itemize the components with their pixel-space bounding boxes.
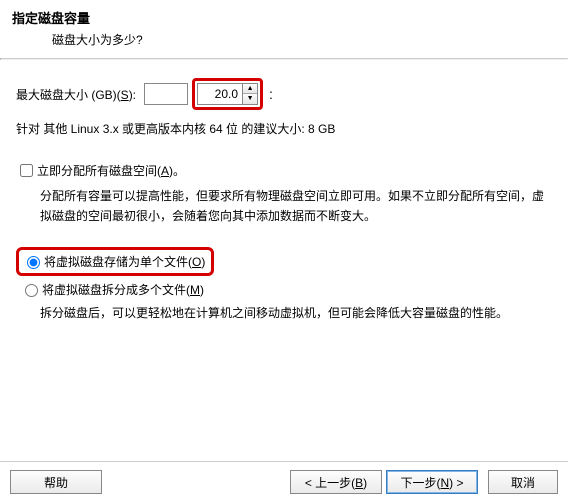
cancel-button[interactable]: 取消 [488,470,558,494]
help-button[interactable]: 帮助 [10,470,102,494]
single-file-radio[interactable] [27,256,40,269]
split-description: 拆分磁盘后，可以更轻松地在计算机之间移动虚拟机，但可能会降低大容量磁盘的性能。 [40,303,552,323]
allocate-now-description: 分配所有容量可以提高性能，但要求所有物理磁盘空间立即可用。如果不立即分配所有空间… [40,186,552,227]
disk-size-value[interactable]: 20.0 [198,87,242,101]
back-button[interactable]: < 上一步(B) [290,470,382,494]
recommended-size-text: 针对 其他 Linux 3.x 或更高版本内核 64 位 的建议大小: 8 GB [16,120,552,137]
allocate-now-label: 立即分配所有磁盘空间(A)。 [37,162,185,179]
storage-radio-group: 将虚拟磁盘存储为单个文件(O) 将虚拟磁盘拆分成多个文件(M) 拆分磁盘后，可以… [16,247,552,323]
page-subtitle: 磁盘大小为多少? [52,31,556,48]
single-file-highlight: 将虚拟磁盘存储为单个文件(O) [16,247,214,276]
allocate-now-checkbox[interactable] [20,164,33,177]
single-file-label: 将虚拟磁盘存储为单个文件(O) [44,253,205,270]
single-file-radio-row[interactable]: 将虚拟磁盘存储为单个文件(O) [22,253,205,270]
multi-file-label: 将虚拟磁盘拆分成多个文件(M) [42,281,204,298]
max-disk-size-label: 最大磁盘大小 (GB)(S): [16,86,136,103]
disk-size-spinner[interactable]: 20.0 ▲ ▼ [197,83,258,105]
multi-file-radio[interactable] [25,284,38,297]
size-highlight: 20.0 ▲ ▼ [192,78,263,110]
button-bar: 帮助 < 上一步(B) 下一步(N) > 取消 [0,461,568,504]
page-title: 指定磁盘容量 [12,8,556,27]
colon: : [269,86,273,102]
multi-file-radio-row[interactable]: 将虚拟磁盘拆分成多个文件(M) [16,278,552,301]
spinner-up-icon[interactable]: ▲ [243,84,257,94]
next-button[interactable]: 下一步(N) > [386,470,478,494]
allocate-now-checkbox-row[interactable]: 立即分配所有磁盘空间(A)。 [16,161,552,180]
spinner-down-icon[interactable]: ▼ [243,94,257,104]
size-input-blank [144,83,188,105]
